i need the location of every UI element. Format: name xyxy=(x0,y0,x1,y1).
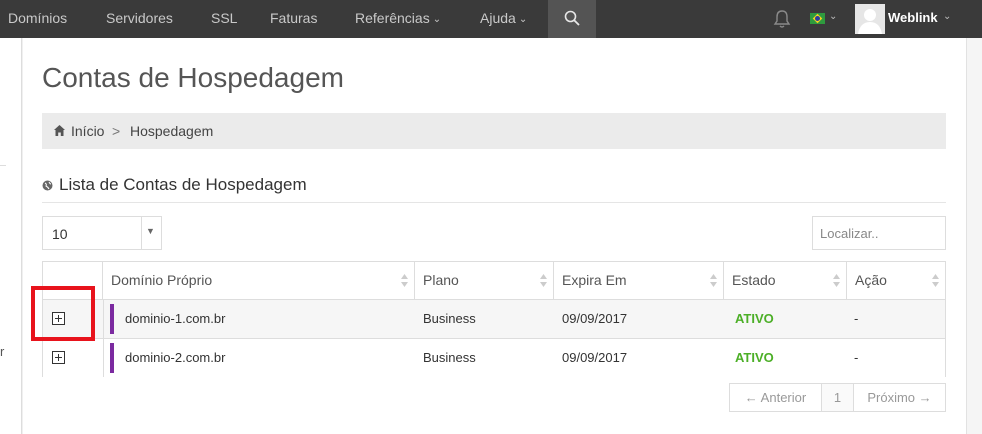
expiry-cell: 09/09/2017 xyxy=(562,350,628,365)
plan-cell: Business xyxy=(423,350,476,365)
brazil-flag-icon[interactable] xyxy=(810,13,825,24)
main-content: Contas de Hospedagem Início > Hospedagem… xyxy=(23,38,966,434)
table-row: dominio-2.com.br Business 09/09/2017 ATI… xyxy=(43,338,945,377)
search-icon xyxy=(564,10,580,26)
page-number-button[interactable]: 1 xyxy=(821,384,854,411)
chevron-down-icon[interactable]: ⌄ xyxy=(829,11,837,22)
chevron-down-icon[interactable]: ⌄ xyxy=(943,11,951,22)
breadcrumb-current: Hospedagem xyxy=(130,123,214,139)
nav-item-dominios[interactable]: Domínios xyxy=(8,0,67,38)
sort-icon xyxy=(932,274,939,287)
status-badge: ATIVO xyxy=(735,350,774,365)
hosting-accounts-table: Domínio Próprio Plano Expira Em Estado A… xyxy=(42,261,946,377)
dropdown-arrow-icon: ▼ xyxy=(146,226,155,236)
flag-globe xyxy=(815,16,820,21)
plan-cell: Business xyxy=(423,311,476,326)
column-header-action[interactable]: Ação xyxy=(847,262,945,299)
action-cell: - xyxy=(854,311,859,326)
section-divider xyxy=(42,202,946,203)
nav-label: Domínios xyxy=(8,10,68,26)
nav-label: Ajuda xyxy=(480,10,516,26)
expand-row-icon[interactable] xyxy=(52,312,65,325)
column-header-expand xyxy=(43,262,103,299)
globe-icon xyxy=(42,180,53,191)
left-sidebar-edge: r xyxy=(0,38,22,434)
domain-color-marker xyxy=(110,343,114,373)
select-divider xyxy=(141,217,142,249)
expand-row-icon[interactable] xyxy=(52,351,65,364)
right-scroll-gutter xyxy=(966,38,982,434)
page-title: Contas de Hospedagem xyxy=(42,62,344,93)
section-title: Lista de Contas de Hospedagem xyxy=(59,175,307,194)
avatar[interactable] xyxy=(855,4,885,34)
status-badge: ATIVO xyxy=(735,311,774,326)
sort-icon xyxy=(540,274,547,287)
nav-search-button[interactable] xyxy=(548,0,596,38)
domain-name[interactable]: dominio-2.com.br xyxy=(125,350,225,365)
next-page-button[interactable]: Próximo → xyxy=(854,384,945,411)
chevron-down-icon: ⌄ xyxy=(432,14,442,25)
breadcrumb-separator: > xyxy=(112,123,121,139)
cell-divider xyxy=(103,339,104,377)
previous-page-button[interactable]: ← Anterior xyxy=(730,384,821,411)
user-silhouette-icon xyxy=(858,9,882,34)
sort-icon xyxy=(401,274,408,287)
search-input[interactable] xyxy=(812,216,946,250)
top-navbar: Domínios Servidores SSL Faturas Referênc… xyxy=(0,0,982,38)
nav-label: Servidores xyxy=(106,10,173,26)
page-length-select[interactable]: 10 ▼ xyxy=(42,216,162,250)
breadcrumb: Início > Hospedagem xyxy=(42,113,946,149)
notifications-button[interactable] xyxy=(771,8,793,30)
nav-item-ajuda[interactable]: Ajuda ⌄ xyxy=(480,0,527,38)
sidebar-divider xyxy=(0,165,6,166)
column-header-domain[interactable]: Domínio Próprio xyxy=(103,262,415,299)
user-name[interactable]: Weblink xyxy=(888,0,938,36)
nav-label: Referências xyxy=(355,10,430,26)
nav-item-faturas[interactable]: Faturas xyxy=(270,0,317,38)
bell-icon xyxy=(773,10,791,28)
cell-divider xyxy=(103,300,104,338)
sidebar-cut-text: r xyxy=(0,344,5,359)
page-length-value: 10 xyxy=(52,226,68,242)
nav-label: Faturas xyxy=(270,10,318,26)
nav-label: SSL xyxy=(211,10,238,26)
column-label: Ação xyxy=(855,272,887,288)
breadcrumb-home-link[interactable]: Início xyxy=(71,123,104,139)
sort-icon xyxy=(710,274,717,287)
expiry-cell: 09/09/2017 xyxy=(562,311,628,326)
home-icon xyxy=(54,125,65,136)
column-header-plan[interactable]: Plano xyxy=(415,262,554,299)
column-label: Estado xyxy=(732,272,776,288)
column-label: Domínio Próprio xyxy=(111,272,213,288)
domain-name[interactable]: dominio-1.com.br xyxy=(125,311,225,326)
action-cell: - xyxy=(854,350,859,365)
column-header-status[interactable]: Estado xyxy=(724,262,847,299)
domain-color-marker xyxy=(110,304,114,334)
column-header-expires[interactable]: Expira Em xyxy=(554,262,724,299)
nav-item-referencias[interactable]: Referências ⌄ xyxy=(355,0,441,38)
column-label: Plano xyxy=(423,272,459,288)
sort-icon xyxy=(833,274,840,287)
chevron-down-icon: ⌄ xyxy=(518,14,528,25)
pagination: ← Anterior 1 Próximo → xyxy=(729,383,946,412)
nav-item-servidores[interactable]: Servidores xyxy=(106,0,173,38)
table-row: dominio-1.com.br Business 09/09/2017 ATI… xyxy=(43,299,945,338)
column-label: Expira Em xyxy=(562,272,627,288)
nav-item-ssl[interactable]: SSL xyxy=(211,0,237,38)
